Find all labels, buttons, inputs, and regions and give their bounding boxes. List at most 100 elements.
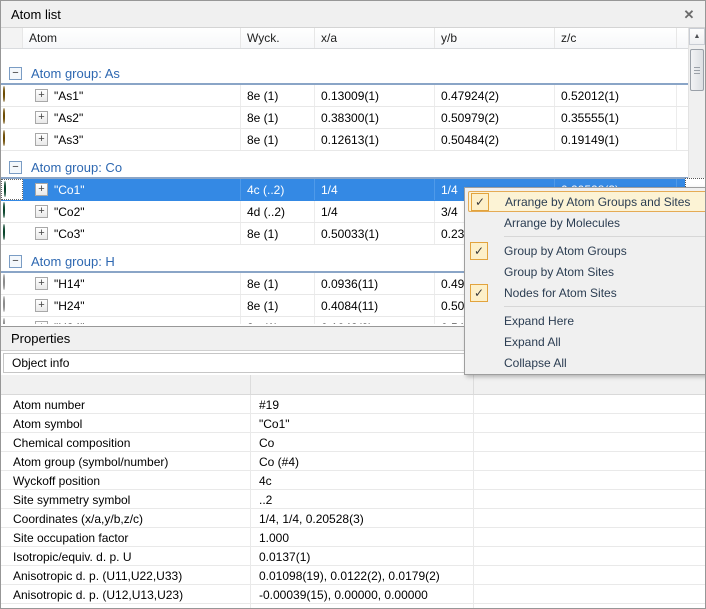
menu-item-expand-all[interactable]: Expand All bbox=[468, 331, 706, 352]
collapse-icon[interactable]: − bbox=[9, 161, 22, 174]
property-value: Co (#4) bbox=[251, 452, 474, 470]
wyck-cell: 4c (..2) bbox=[241, 179, 315, 200]
expand-icon[interactable]: + bbox=[35, 89, 48, 102]
xa-cell: 0.4084(11) bbox=[315, 295, 435, 316]
menu-separator bbox=[504, 306, 706, 307]
property-label: Anisotropic d. p. (U11,U22,U33) bbox=[1, 566, 251, 584]
menu-separator bbox=[504, 236, 706, 237]
group-header-co[interactable]: − Atom group: Co bbox=[1, 157, 690, 179]
group-header-as[interactable]: − Atom group: As bbox=[1, 63, 690, 85]
property-label: Coordinates (x/a,y/b,z/c) bbox=[1, 509, 251, 527]
property-label: Atom group (symbol/number) bbox=[1, 452, 251, 470]
property-label: Atom symbol bbox=[1, 414, 251, 432]
property-row[interactable]: Site occupation factor1.000 bbox=[1, 528, 706, 547]
atom-icon-cell bbox=[1, 85, 23, 106]
collapse-icon[interactable]: − bbox=[9, 255, 22, 268]
menu-item-arrange-by-molecules[interactable]: Arrange by Molecules bbox=[468, 212, 706, 233]
atom-row-as1[interactable]: +"As1" 8e (1) 0.13009(1) 0.47924(2) 0.52… bbox=[1, 85, 690, 107]
menu-item-label: Arrange by Atom Groups and Sites bbox=[505, 195, 690, 209]
atom-icon-cell bbox=[1, 295, 23, 316]
property-label: Wyckoff position bbox=[1, 471, 251, 489]
checkmark-icon: ✓ bbox=[470, 284, 488, 302]
zc-cell: 0.19149(1) bbox=[555, 129, 677, 150]
atom-icon-cell bbox=[1, 317, 23, 324]
property-row[interactable]: Anisotropic d. p. (U12,U13,U23)-0.00039(… bbox=[1, 585, 706, 604]
menu-item-label: Expand Here bbox=[504, 314, 574, 328]
property-row[interactable]: Anisotropic d. p. (U11,U22,U33)0.01098(1… bbox=[1, 566, 706, 585]
atom-icon-cell bbox=[1, 179, 23, 200]
h-atom-icon bbox=[3, 296, 5, 312]
expand-icon[interactable]: + bbox=[35, 183, 48, 196]
wyck-cell: 8e (1) bbox=[241, 273, 315, 294]
column-header-atom[interactable]: Atom bbox=[23, 28, 241, 48]
menu-item-expand-here[interactable]: Expand Here bbox=[468, 310, 706, 331]
expand-icon[interactable]: + bbox=[35, 277, 48, 290]
checkmark-icon: ✓ bbox=[471, 193, 489, 211]
property-row[interactable]: Chemical compositionCo bbox=[1, 433, 706, 452]
column-header-spacer bbox=[1, 28, 23, 48]
property-row[interactable]: Coordinates (x/a,y/b,z/c)1/4, 1/4, 0.205… bbox=[1, 509, 706, 528]
atom-row-as2[interactable]: +"As2" 8e (1) 0.38300(1) 0.50979(2) 0.35… bbox=[1, 107, 690, 129]
property-row[interactable]: Atom group (symbol/number)Co (#4) bbox=[1, 452, 706, 471]
as-atom-icon bbox=[3, 130, 5, 146]
scroll-up-button[interactable]: ▲ bbox=[689, 28, 705, 45]
expand-icon[interactable]: + bbox=[35, 299, 48, 312]
wyck-cell: 4d (..2) bbox=[241, 201, 315, 222]
property-row[interactable]: Atom symbol"Co1" bbox=[1, 414, 706, 433]
window-title: Atom list bbox=[11, 7, 61, 22]
atom-name: "H34" bbox=[54, 321, 85, 325]
group-label: Atom group: Co bbox=[31, 160, 122, 175]
xa-cell: 0.50033(1) bbox=[315, 223, 435, 244]
column-header-wyck[interactable]: Wyck. bbox=[241, 28, 315, 48]
atom-name: "As3" bbox=[54, 133, 83, 147]
expand-icon[interactable]: + bbox=[35, 321, 48, 324]
scrollbar-thumb[interactable] bbox=[690, 49, 704, 91]
atom-name: "Co2" bbox=[54, 205, 85, 219]
xa-cell: 0.12613(1) bbox=[315, 129, 435, 150]
close-icon[interactable]: ✕ bbox=[680, 6, 698, 24]
atom-name: "H24" bbox=[54, 299, 85, 313]
property-row[interactable]: Site symmetry symbol..2 bbox=[1, 490, 706, 509]
atom-name: "As2" bbox=[54, 111, 83, 125]
menu-item-label: Nodes for Atom Sites bbox=[504, 286, 617, 300]
xa-cell: 0.1043(9) bbox=[315, 317, 435, 324]
property-value: 0.0137(1) bbox=[251, 547, 474, 565]
checkmark-icon: ✓ bbox=[470, 242, 488, 260]
property-row[interactable]: Atom number#19 bbox=[1, 395, 706, 414]
menu-item-nodes-for-atom-sites[interactable]: ✓ Nodes for Atom Sites bbox=[468, 282, 706, 303]
expand-icon[interactable]: + bbox=[35, 205, 48, 218]
h-atom-icon bbox=[3, 274, 5, 290]
xa-cell: 0.38300(1) bbox=[315, 107, 435, 128]
property-label: Site occupation factor bbox=[1, 528, 251, 546]
co-atom-icon bbox=[4, 181, 6, 197]
atom-row-as3[interactable]: +"As3" 8e (1) 0.12613(1) 0.50484(2) 0.19… bbox=[1, 129, 690, 151]
property-row[interactable]: Isotropic/equiv. d. p. U0.0137(1) bbox=[1, 547, 706, 566]
expand-icon[interactable]: + bbox=[35, 111, 48, 124]
menu-item-collapse-all[interactable]: Collapse All bbox=[468, 352, 706, 373]
column-header-yb[interactable]: y/b bbox=[435, 28, 555, 48]
collapse-icon[interactable]: − bbox=[9, 67, 22, 80]
property-label: Isotropic/equiv. d. p. U bbox=[1, 547, 251, 565]
menu-item-label: Arrange by Molecules bbox=[504, 216, 620, 230]
wyck-cell: 8e (1) bbox=[241, 317, 315, 324]
column-header-xa[interactable]: x/a bbox=[315, 28, 435, 48]
scrollbar-grip bbox=[694, 67, 700, 75]
context-menu: ✓ Arrange by Atom Groups and Sites Arran… bbox=[464, 187, 706, 375]
menu-item-group-by-atom-sites[interactable]: Group by Atom Sites bbox=[468, 261, 706, 282]
property-value: 1/4, 1/4, 0.20528(3) bbox=[251, 509, 474, 527]
atom-name: "As1" bbox=[54, 89, 83, 103]
menu-item-arrange-by-atom-groups-and-sites[interactable]: ✓ Arrange by Atom Groups and Sites bbox=[468, 191, 706, 212]
expand-icon[interactable]: + bbox=[35, 227, 48, 240]
group-label: Atom group: As bbox=[31, 66, 120, 81]
menu-item-group-by-atom-groups[interactable]: ✓ Group by Atom Groups bbox=[468, 240, 706, 261]
property-row[interactable]: Wyckoff position4c bbox=[1, 471, 706, 490]
atom-icon-cell bbox=[1, 107, 23, 128]
property-label: Chemical composition bbox=[1, 433, 251, 451]
xa-cell: 0.0936(11) bbox=[315, 273, 435, 294]
menu-item-label: Group by Atom Groups bbox=[504, 244, 627, 258]
expand-icon[interactable]: + bbox=[35, 133, 48, 146]
xa-cell: 0.13009(1) bbox=[315, 85, 435, 106]
column-header-zc[interactable]: z/c bbox=[555, 28, 677, 48]
properties-grid-header bbox=[1, 375, 706, 395]
yb-cell: 0.50484(2) bbox=[435, 129, 555, 150]
